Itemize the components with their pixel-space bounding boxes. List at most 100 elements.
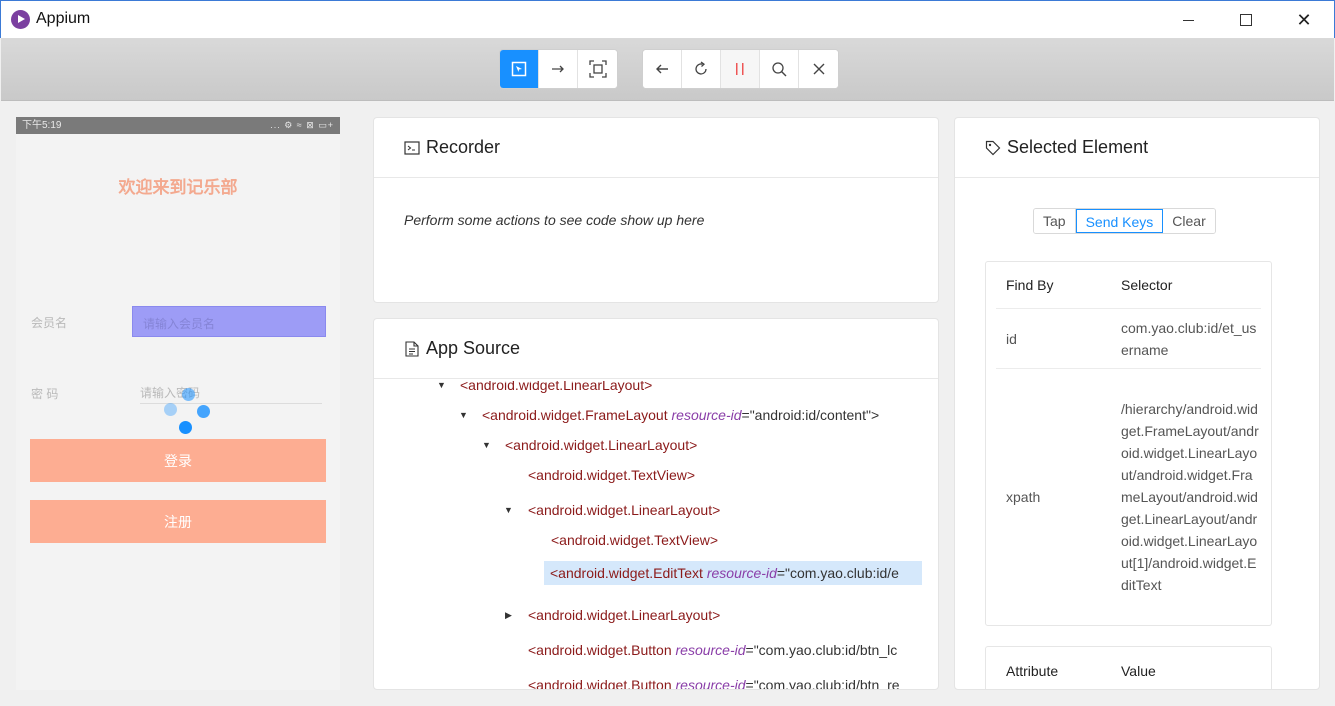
tree-node[interactable]: <android.widget.LinearLayout>	[528, 603, 720, 627]
swipe-button[interactable]	[539, 50, 578, 88]
recorder-panel: Recorder Perform some actions to see cod…	[373, 117, 939, 303]
tree-node-selected[interactable]: <android.widget.EditText resource-id="co…	[544, 561, 922, 585]
clear-button[interactable]: Clear	[1163, 209, 1215, 233]
device-welcome-text[interactable]: 欢迎来到记乐部	[16, 173, 340, 198]
tree-expanded-caret-icon[interactable]: ▼	[504, 498, 513, 522]
pause-icon	[736, 63, 744, 75]
tree-node-attr: resource-id	[675, 677, 746, 690]
minimize-button[interactable]	[1159, 1, 1217, 39]
tree-node[interactable]: <android.widget.Button resource-id="com.…	[528, 638, 922, 662]
refresh-button[interactable]	[682, 50, 721, 88]
tree-node[interactable]: <android.widget.Button resource-id="com.…	[528, 673, 922, 690]
source-tree: ▼ <android.widget.LinearLayout> ▼ <andro…	[374, 381, 922, 690]
window-title: Appium	[36, 10, 91, 27]
device-time: 下午5:19	[22, 120, 62, 131]
recorder-header: Recorder	[374, 118, 938, 178]
select-element-icon	[511, 61, 527, 77]
tree-node-tag: <android.widget.LinearLayout>	[528, 607, 721, 623]
find-by-cell: xpath	[1006, 489, 1041, 505]
tree-node-tag: <android.widget.FrameLayout	[482, 407, 668, 423]
recorder-empty-message: Perform some actions to see code show up…	[404, 212, 705, 228]
tree-node-value: ="com.yao.club:id/btn_lc	[745, 642, 898, 658]
search-icon	[772, 62, 787, 77]
tree-node[interactable]: <android.widget.LinearLayout>	[460, 381, 652, 397]
tree-node-value: ="com.yao.club:id/e	[776, 565, 899, 581]
tree-node[interactable]: <android.widget.FrameLayout resource-id=…	[482, 403, 879, 427]
refresh-icon	[695, 61, 707, 75]
file-text-icon	[404, 340, 420, 357]
tree-node-attr: resource-id	[675, 642, 746, 658]
tap-button[interactable]: Tap	[1034, 209, 1076, 233]
appium-logo-icon	[11, 10, 30, 29]
tree-node-tag: <android.widget.LinearLayout>	[505, 437, 698, 453]
device-register-button[interactable]: 注册	[30, 500, 326, 543]
value-header: Value	[1121, 662, 1156, 679]
app-source-header: App Source	[374, 319, 938, 379]
maximize-button[interactable]	[1217, 1, 1275, 39]
device-password-input[interactable]: 请输入密码	[140, 384, 322, 404]
selector-header: Selector	[1121, 277, 1173, 293]
close-icon	[813, 63, 824, 75]
tree-node-attr: resource-id	[706, 565, 777, 581]
tree-node-tag: <android.widget.Button	[528, 642, 672, 658]
app-source-panel: App Source ▼ <android.widget.LinearLayou…	[373, 318, 939, 690]
pause-button[interactable]	[721, 50, 760, 88]
screenshot-button[interactable]	[578, 50, 617, 88]
selected-element-panel: Selected Element Tap Send Keys Clear Fin…	[954, 117, 1320, 690]
close-icon: ✕	[1296, 9, 1312, 30]
tree-node-tag: <android.widget.LinearLayout>	[460, 381, 653, 393]
selected-element-header: Selected Element	[955, 118, 1319, 178]
selector-cell[interactable]: com.yao.club:id/et_username	[1121, 317, 1261, 361]
element-action-group: Tap Send Keys Clear	[1033, 208, 1216, 234]
attribute-table-header: Attribute Value	[996, 647, 1261, 689]
attribute-table: Attribute Value	[985, 646, 1272, 689]
tree-collapsed-caret-icon[interactable]: ▶	[505, 603, 512, 627]
app-source-title: App Source	[426, 338, 521, 358]
recorder-title: Recorder	[426, 137, 501, 157]
tree-node-value: ="com.yao.club:id/btn_re	[745, 677, 900, 690]
tree-expanded-caret-icon[interactable]: ▼	[459, 403, 468, 427]
selector-table: Find By Selector id com.yao.club:id/et_u…	[985, 261, 1272, 626]
tree-node-tag: <android.widget.TextView>	[528, 467, 696, 483]
maximize-icon	[1240, 14, 1252, 26]
device-status-icons: ... ⚙ ≈ ⊠ ▭+	[270, 120, 334, 130]
screenshot-icon	[588, 60, 607, 78]
select-element-button[interactable]	[500, 50, 539, 88]
tree-node-value: ="android:id/content">	[741, 407, 880, 423]
selector-table-header: Find By Selector	[996, 262, 1261, 309]
selector-cell[interactable]: /hierarchy/android.widget.FrameLayout/an…	[1121, 398, 1261, 596]
back-button[interactable]	[643, 50, 682, 88]
device-screenshot[interactable]: 下午5:19 ... ⚙ ≈ ⊠ ▭+ 欢迎来到记乐部 会员名 请输入会员名 密…	[16, 117, 340, 690]
tree-node-attr: resource-id	[671, 407, 742, 423]
device-password-label[interactable]: 密 码	[31, 385, 58, 402]
tree-node[interactable]: <android.widget.LinearLayout>	[505, 433, 697, 457]
device-login-button[interactable]: 登录	[30, 439, 326, 482]
search-button[interactable]	[760, 50, 799, 88]
tree-node-tag: <android.widget.Button	[528, 677, 672, 690]
tag-icon	[985, 140, 1001, 156]
device-status-bar: 下午5:19 ... ⚙ ≈ ⊠ ▭+	[16, 117, 340, 134]
minimize-icon	[1182, 19, 1194, 21]
tree-node[interactable]: <android.widget.TextView>	[551, 528, 718, 552]
tree-expanded-caret-icon[interactable]: ▼	[482, 433, 491, 457]
tree-node[interactable]: <android.widget.LinearLayout>	[528, 498, 720, 522]
title-bar: Appium ✕	[0, 0, 1335, 38]
attribute-header: Attribute	[1006, 662, 1059, 679]
selected-element-title: Selected Element	[1007, 137, 1149, 157]
tree-node-tag: <android.widget.EditText	[550, 565, 703, 581]
tree-expanded-caret-icon[interactable]: ▼	[437, 381, 446, 397]
tree-node-tag: <android.widget.LinearLayout>	[528, 502, 721, 518]
quit-session-button[interactable]	[799, 50, 838, 88]
arrow-left-icon	[656, 64, 668, 74]
terminal-icon	[404, 140, 420, 156]
device-username-input-highlighted[interactable]: 请输入会员名	[132, 306, 326, 337]
table-row[interactable]: xpath /hierarchy/android.widget.FrameLay…	[996, 369, 1261, 625]
send-keys-button[interactable]: Send Keys	[1075, 209, 1164, 233]
close-window-button[interactable]: ✕	[1275, 1, 1333, 39]
tree-node[interactable]: <android.widget.TextView>	[528, 463, 695, 487]
device-member-label[interactable]: 会员名	[31, 314, 67, 331]
mode-button-group	[499, 49, 618, 89]
table-row[interactable]: id com.yao.club:id/et_username	[996, 309, 1261, 369]
action-button-group	[642, 49, 839, 89]
find-by-cell: id	[1006, 330, 1017, 347]
